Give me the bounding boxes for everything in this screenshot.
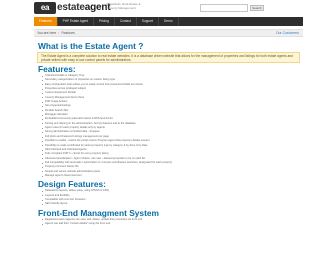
nav-item-contact[interactable]: Contact	[115, 17, 137, 26]
intro-notice: The Estate Agent is a complete solution …	[37, 52, 300, 63]
search-input[interactable]	[200, 4, 248, 12]
nav-item-support[interactable]: Support	[137, 17, 159, 26]
design-features-heading: Design Features:	[38, 179, 106, 190]
nav-item-features[interactable]: Features	[34, 17, 58, 26]
breadcrumb-current[interactable]: Features	[61, 31, 74, 35]
main-nav: Features PHP Estate Agent Pricing Contac…	[34, 17, 303, 26]
logo-icon[interactable]: ea	[34, 2, 56, 14]
list-item: Agents can add their "contact details" u…	[42, 222, 303, 226]
frontend-heading: Front-End Managment System	[38, 207, 159, 218]
features-heading: Features:	[38, 64, 76, 74]
breadcrumb: You are here › Features Our Customers	[34, 29, 303, 37]
nav-item-pricing[interactable]: Pricing	[94, 17, 115, 26]
list-item: SEO friendly layout	[42, 202, 303, 206]
page-title: What is the Estate Agent ?	[38, 41, 144, 51]
main-content: What is the Estate Agent ? The Estate Ag…	[34, 40, 303, 276]
list-item: Manage Agent's News feed tool	[42, 174, 303, 178]
breadcrumb-label: You are here	[37, 31, 57, 35]
site-header: ea estateagent Classifieds, Real Estate …	[0, 0, 336, 16]
our-customers-link[interactable]: Our Customers	[276, 30, 299, 37]
features-list: Unlimited Details in Category Tree Secon…	[34, 74, 303, 178]
frontend-features-list: Registered users (agents) can view, edit…	[34, 218, 303, 227]
design-features-list: Relaxations layouts, tables (easy, using…	[34, 189, 303, 206]
nav-item-php-estate-agent[interactable]: PHP Estate Agent	[58, 17, 95, 26]
logo-text[interactable]: estateagent	[57, 2, 111, 14]
logo-text-estate[interactable]: estate	[57, 2, 85, 13]
tagline: Classifieds, Real Estate & Property Mana…	[106, 2, 141, 10]
search-button[interactable]: Search	[250, 5, 264, 11]
nav-item-demo[interactable]: Demo	[159, 17, 179, 26]
